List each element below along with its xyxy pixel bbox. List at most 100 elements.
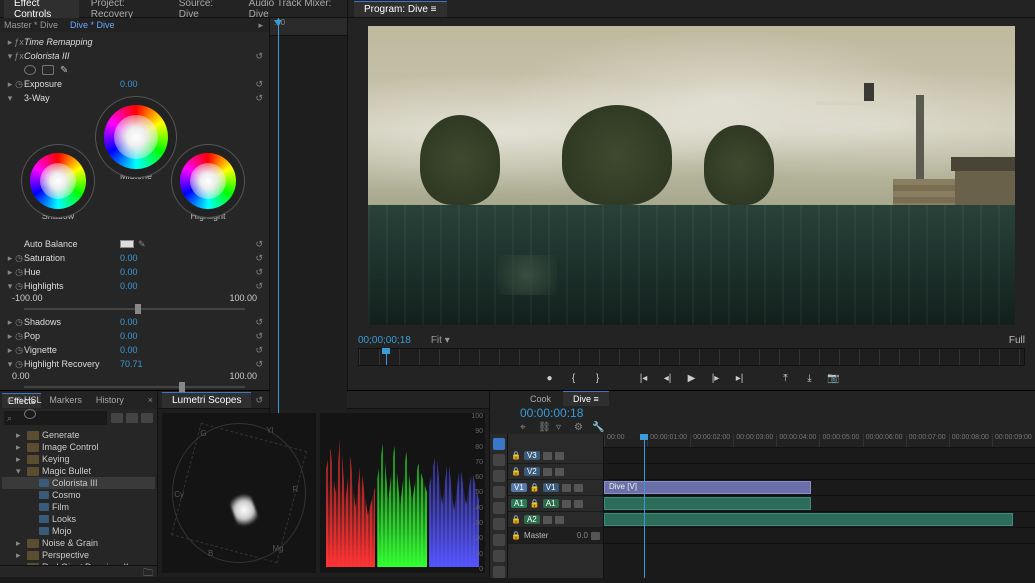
- new-bin-icon[interactable]: 🗀: [143, 566, 153, 577]
- preset-row[interactable]: Mojo: [2, 525, 155, 537]
- mute-icon[interactable]: [562, 500, 571, 508]
- highlight-wheel[interactable]: Highlight: [180, 153, 236, 221]
- track-header-master[interactable]: 🔒Master0.0: [508, 528, 603, 544]
- playhead-icon[interactable]: [278, 18, 279, 440]
- resolution-dropdown[interactable]: Full: [1009, 335, 1025, 346]
- highlights-row[interactable]: ▾◷Highlights0.00↺: [6, 279, 263, 293]
- pop-row[interactable]: ▸◷Pop0.00↺: [6, 329, 263, 343]
- shadows-row[interactable]: ▸◷Shadows0.00↺: [6, 315, 263, 329]
- clip-nav-arrow[interactable]: ▸: [258, 20, 263, 31]
- zoom-tool-icon[interactable]: [493, 550, 505, 562]
- reset-icon[interactable]: ↺: [255, 93, 263, 104]
- settings-icon[interactable]: ⚙: [574, 422, 586, 432]
- track-header-a1[interactable]: A1🔒A1: [508, 496, 603, 512]
- vectorscope[interactable]: RMgBCyGYl: [162, 413, 316, 573]
- auto-balance-swatch[interactable]: [120, 240, 134, 248]
- snap-icon[interactable]: ⌖: [520, 422, 532, 432]
- stopwatch-icon[interactable]: ◷: [14, 267, 24, 278]
- play-icon[interactable]: ▶: [685, 372, 699, 384]
- vignette-row[interactable]: ▸◷Vignette0.00↺: [6, 343, 263, 357]
- stopwatch-icon[interactable]: ◷: [14, 253, 24, 264]
- hsl-row[interactable]: ▸◷HSL↺: [6, 393, 263, 407]
- rgb-parade[interactable]: 1009080706050403020100: [320, 413, 486, 573]
- program-scrubber[interactable]: [358, 348, 1025, 366]
- preset-row[interactable]: Cosmo: [2, 489, 155, 501]
- lock-icon[interactable]: 🔒: [511, 467, 521, 476]
- ripple-tool-icon[interactable]: [493, 470, 505, 482]
- preset-row[interactable]: Colorista III: [2, 477, 155, 489]
- chevron-icon[interactable]: ▾: [16, 466, 24, 477]
- tab-program[interactable]: Program: Dive ≡: [354, 1, 447, 17]
- mute-icon[interactable]: [543, 516, 552, 524]
- clip-dive-a1[interactable]: [604, 497, 811, 510]
- chevron-down-icon[interactable]: ▾: [6, 51, 14, 62]
- colorista-row[interactable]: ▾ ƒx Colorista III ↺: [6, 49, 263, 63]
- tab-sequence-cook[interactable]: Cook: [520, 392, 561, 406]
- linked-selection-icon[interactable]: ⛓: [538, 422, 550, 432]
- exposure-value[interactable]: 0.00: [120, 79, 180, 89]
- meter-icon[interactable]: [591, 532, 600, 540]
- timeline-track-area[interactable]: 00:0000:00:01:0000:00:02:0000:00:03:0000…: [604, 434, 1035, 578]
- chevron-right-icon[interactable]: ▸: [6, 79, 14, 90]
- solo-icon[interactable]: [574, 500, 583, 508]
- track-header-v2[interactable]: 🔒V2: [508, 464, 603, 480]
- rect-mask-icon[interactable]: [42, 65, 54, 75]
- clip-dive-a2[interactable]: [604, 513, 1013, 526]
- eye-icon[interactable]: [543, 452, 552, 460]
- mute-icon[interactable]: [555, 468, 564, 476]
- extract-icon[interactable]: ⤓: [803, 372, 817, 384]
- hue-row[interactable]: ▸◷Hue0.00↺: [6, 265, 263, 279]
- track-header-a2[interactable]: 🔒A2: [508, 512, 603, 528]
- tab-sequence-dive[interactable]: Dive ≡: [563, 391, 609, 406]
- stopwatch-icon[interactable]: ◷: [14, 317, 24, 328]
- chevron-icon[interactable]: ▸: [16, 454, 24, 465]
- timeline-ruler[interactable]: 00:0000:00:01:0000:00:02:0000:00:03:0000…: [604, 434, 1035, 448]
- stopwatch-icon[interactable]: ◷: [14, 345, 24, 356]
- clip-dive-v[interactable]: Dive [V]: [604, 481, 811, 494]
- reset-icon[interactable]: ↺: [255, 317, 263, 328]
- folder-row[interactable]: ▾Magic Bullet: [2, 465, 155, 477]
- midtone-wheel[interactable]: Midtone: [104, 105, 168, 181]
- folder-row[interactable]: ▸Keying: [2, 453, 155, 465]
- program-timecode[interactable]: 00;00;00;18: [358, 335, 411, 346]
- chevron-down-icon[interactable]: ▾: [6, 93, 14, 104]
- selection-tool-icon[interactable]: [493, 438, 505, 450]
- lock-icon[interactable]: 🔒: [511, 451, 521, 460]
- hand-tool-icon[interactable]: [493, 534, 505, 546]
- go-to-out-icon[interactable]: ▸|: [733, 372, 747, 384]
- folder-row[interactable]: ▸Perspective: [2, 549, 155, 561]
- highlight-recovery-slider[interactable]: .mini-slider[data-name="highlight-recove…: [24, 386, 245, 388]
- highlights-slider[interactable]: [24, 308, 245, 310]
- type-tool-icon[interactable]: [493, 566, 505, 578]
- auto-balance-row[interactable]: Auto Balance ✎ ↺: [6, 237, 263, 251]
- mark-in-icon[interactable]: {: [567, 372, 581, 384]
- folder-row[interactable]: ▸Image Control: [2, 441, 155, 453]
- reset-icon[interactable]: ↺: [255, 239, 263, 250]
- export-frame-icon[interactable]: 📷: [827, 372, 841, 384]
- folder-row[interactable]: ▸Noise & Grain: [2, 537, 155, 549]
- stopwatch-icon[interactable]: ◷: [14, 79, 24, 90]
- chevron-icon[interactable]: ▸: [16, 430, 24, 441]
- reset-icon[interactable]: ↺: [255, 267, 263, 278]
- pen-tool-icon[interactable]: [493, 518, 505, 530]
- preview-icon[interactable]: [24, 409, 36, 419]
- preset-row[interactable]: Film: [2, 501, 155, 513]
- exposure-row[interactable]: ▸ ◷ Exposure 0.00 ↺: [6, 77, 263, 91]
- solo-icon[interactable]: [555, 516, 564, 524]
- ellipse-mask-icon[interactable]: [24, 65, 36, 75]
- saturation-row[interactable]: ▸◷Saturation0.00↺: [6, 251, 263, 265]
- step-forward-icon[interactable]: |▸: [709, 372, 723, 384]
- fit-dropdown[interactable]: Fit ▾: [431, 335, 450, 346]
- ec-mini-timeline[interactable]: :00: [269, 18, 347, 440]
- preset-row[interactable]: Looks: [2, 513, 155, 525]
- stopwatch-icon[interactable]: ◷: [14, 331, 24, 342]
- slip-tool-icon[interactable]: [493, 502, 505, 514]
- pen-mask-icon[interactable]: ✎: [60, 65, 72, 75]
- lock-icon[interactable]: 🔒: [530, 499, 540, 508]
- track-header-v3[interactable]: 🔒V3: [508, 448, 603, 464]
- reset-icon[interactable]: ↺: [255, 395, 263, 406]
- reset-icon[interactable]: ↺: [255, 79, 263, 90]
- stopwatch-icon[interactable]: ◷: [14, 395, 24, 406]
- mute-icon[interactable]: [574, 484, 583, 492]
- folder-row[interactable]: ▸Generate: [2, 429, 155, 441]
